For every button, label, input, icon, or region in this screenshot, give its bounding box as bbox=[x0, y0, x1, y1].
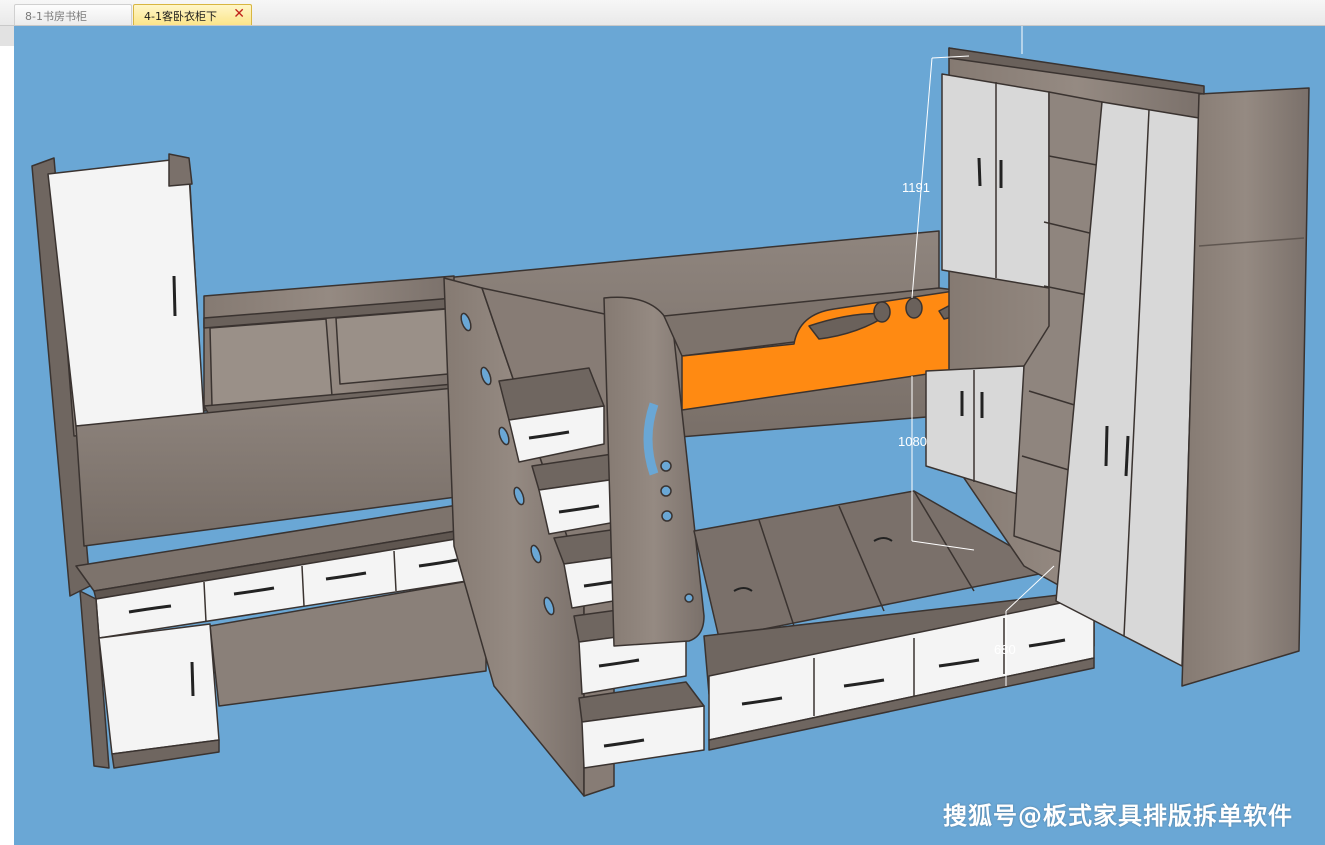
3d-viewport[interactable]: 1191 1080 680 搜狐号@板式家具排版拆单软件 bbox=[14, 26, 1325, 845]
dimension-680: 680 bbox=[994, 642, 1016, 657]
tab-label: 4-1客卧衣柜下 bbox=[144, 10, 217, 23]
close-icon[interactable]: ✕ bbox=[233, 6, 245, 22]
document-tab-bar: 8-1书房书柜 4-1客卧衣柜下 ✕ bbox=[0, 0, 1325, 26]
right-tower-side bbox=[1181, 87, 1310, 687]
dimension-1080: 1080 bbox=[898, 434, 927, 449]
tab-guest-wardrobe[interactable]: 4-1客卧衣柜下 ✕ bbox=[133, 4, 252, 25]
left-tower-handle bbox=[172, 275, 177, 317]
lower-wardrobe-doors bbox=[925, 365, 1025, 497]
tab-label: 8-1书房书柜 bbox=[25, 10, 87, 23]
dimension-1191: 1191 bbox=[902, 180, 930, 195]
left-tower-door bbox=[47, 157, 205, 427]
furniture-model: 1191 1080 680 bbox=[31, 26, 1310, 797]
tab-study-bookcase[interactable]: 8-1书房书柜 bbox=[14, 4, 132, 25]
left-lower-cabinet-door bbox=[98, 623, 220, 755]
left-panel-edge bbox=[0, 26, 14, 46]
watermark: 搜狐号@板式家具排版拆单软件 bbox=[943, 802, 1293, 830]
